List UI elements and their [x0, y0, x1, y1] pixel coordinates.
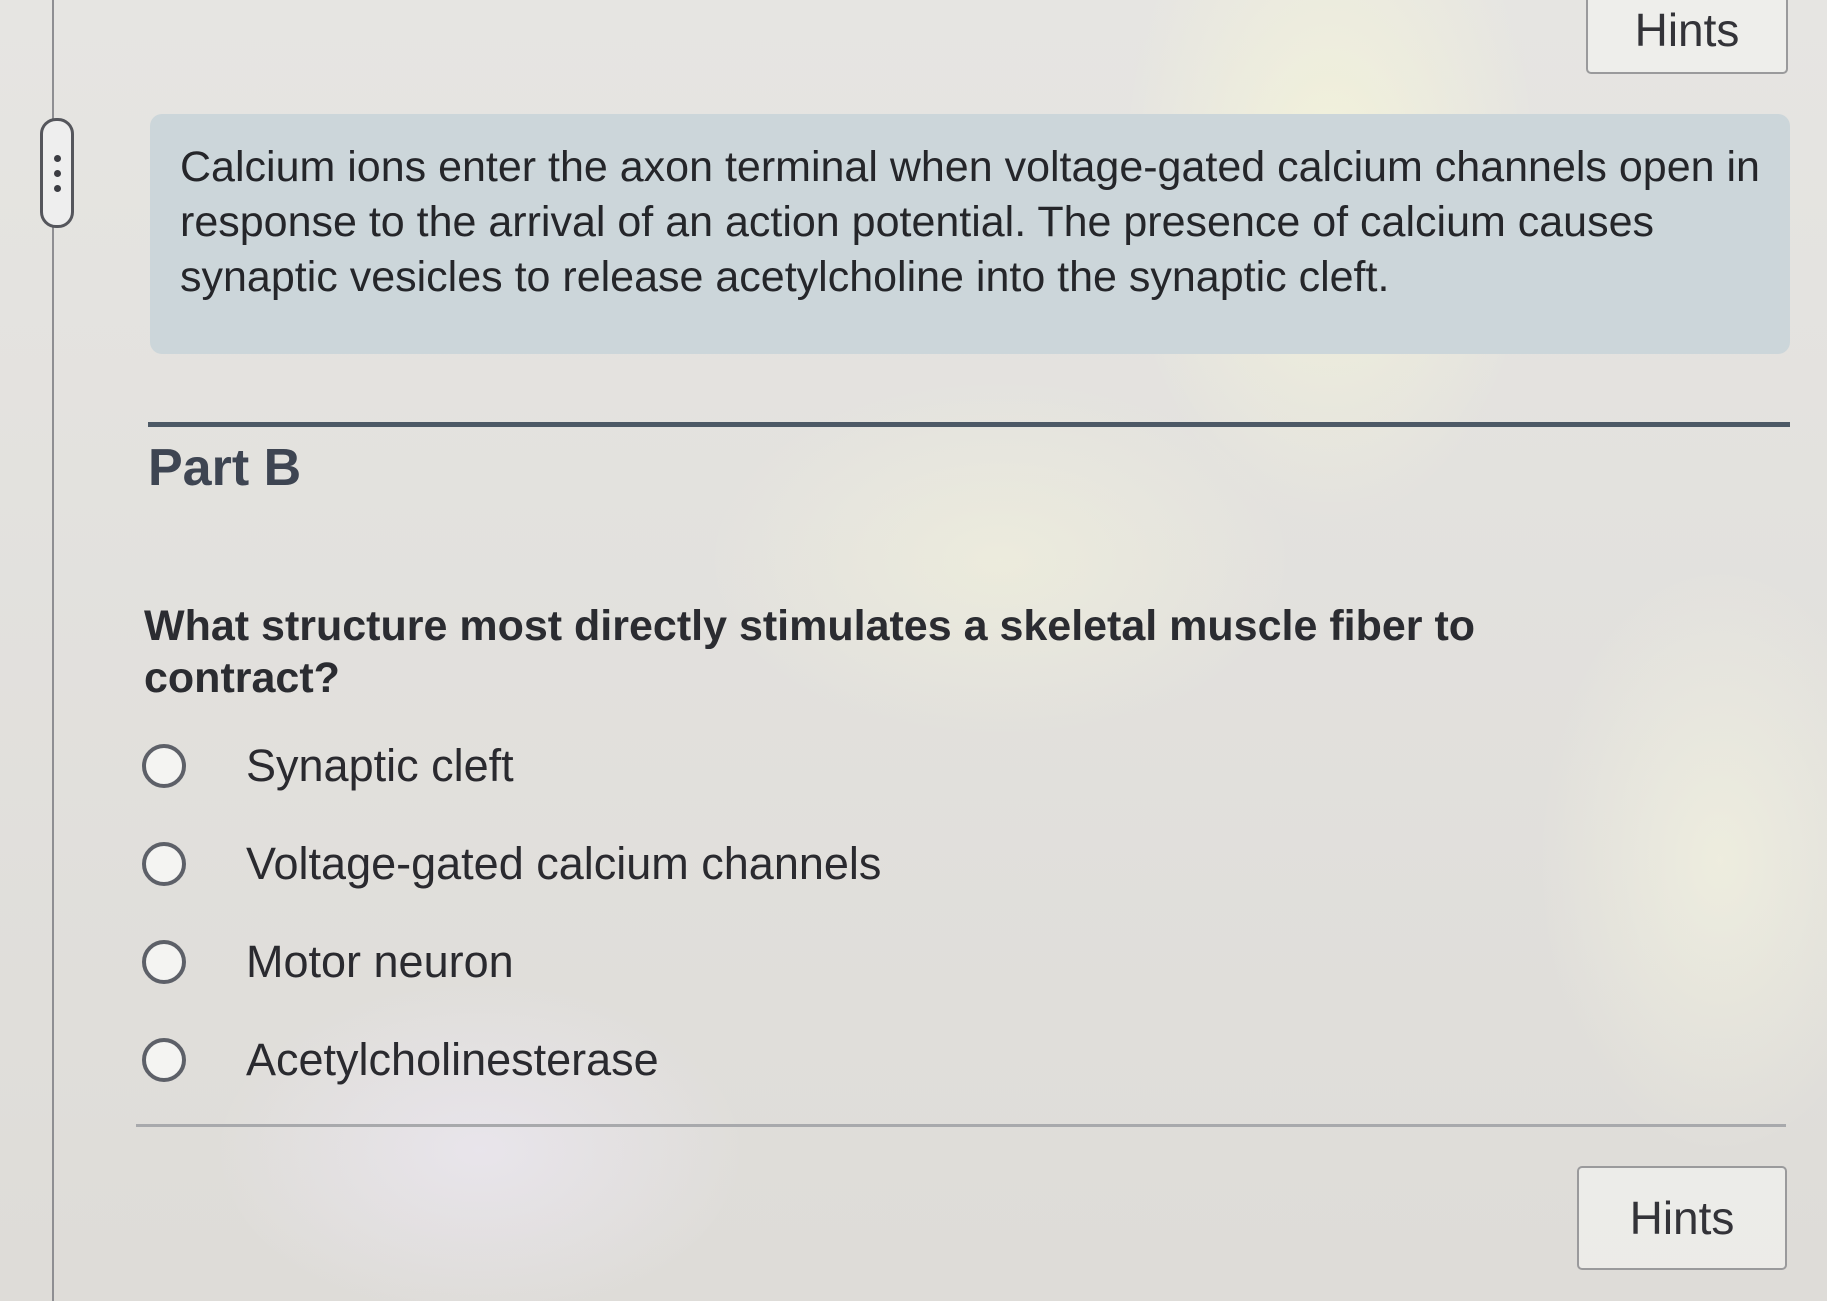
context-text: Calcium ions enter the axon terminal whe…: [180, 143, 1760, 301]
bottom-divider: [136, 1124, 1786, 1127]
section-divider: [148, 422, 1790, 427]
radio-button[interactable]: [142, 940, 186, 984]
more-vertical-icon: [53, 154, 61, 162]
option-synaptic-cleft[interactable]: Synaptic cleft: [142, 740, 514, 792]
hints-button-bottom[interactable]: Hints: [1577, 1166, 1787, 1270]
option-motor-neuron[interactable]: Motor neuron: [142, 936, 514, 988]
option-label: Voltage-gated calcium channels: [246, 838, 882, 889]
hints-button-top[interactable]: Hints: [1586, 0, 1788, 74]
option-voltage-gated-calcium-channels[interactable]: Voltage-gated calcium channels: [142, 838, 881, 890]
context-panel: Calcium ions enter the axon terminal whe…: [150, 114, 1790, 354]
radio-button[interactable]: [142, 744, 186, 788]
option-acetylcholinesterase[interactable]: Acetylcholinesterase: [142, 1034, 659, 1086]
more-vertical-icon-dot: [53, 184, 61, 192]
more-vertical-icon-dot: [53, 169, 61, 177]
option-label: Acetylcholinesterase: [246, 1034, 659, 1085]
radio-button[interactable]: [142, 1038, 186, 1082]
option-label: Synaptic cleft: [246, 740, 514, 791]
sidebar-menu-handle[interactable]: [40, 118, 74, 228]
part-title: Part B: [148, 439, 302, 497]
option-label: Motor neuron: [246, 936, 514, 987]
question-text: What structure most directly stimulates …: [144, 602, 1476, 702]
radio-button[interactable]: [142, 842, 186, 886]
